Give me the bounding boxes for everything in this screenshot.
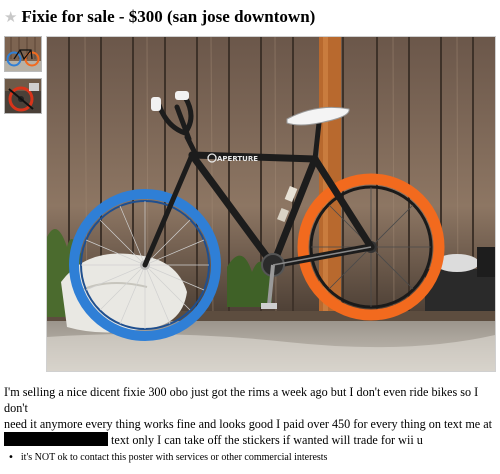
redacted-phone-number xyxy=(4,432,108,446)
posting-notice: • it's NOT ok to contact this poster wit… xyxy=(8,452,327,463)
notice-text: it's NOT ok to contact this poster with … xyxy=(20,452,328,463)
posting-header: ★ Fixie for sale - $300 (san jose downto… xyxy=(4,6,315,28)
posting-description: I'm selling a nice dicent fixie 300 obo … xyxy=(4,384,496,448)
thumbnail-strip xyxy=(4,36,42,120)
description-line: need it anymore every thing works fine a… xyxy=(4,417,493,431)
posting-title: Fixie for sale - $300 (san jose downtown… xyxy=(21,7,316,26)
thumbnail-1[interactable] xyxy=(4,36,42,72)
description-line-with-redaction: text only I can take off the stickers if… xyxy=(4,432,496,448)
star-icon[interactable]: ★ xyxy=(4,9,17,25)
description-line: I'm selling a nice dicent fixie 300 obo … xyxy=(4,385,479,415)
main-photo[interactable]: APERTURE xyxy=(46,36,496,372)
description-line: text only I can take off the stickers if… xyxy=(111,433,423,447)
thumbnail-2[interactable] xyxy=(4,78,42,114)
frame-brand: APERTURE xyxy=(217,155,258,163)
bullet-icon: • xyxy=(8,452,14,463)
